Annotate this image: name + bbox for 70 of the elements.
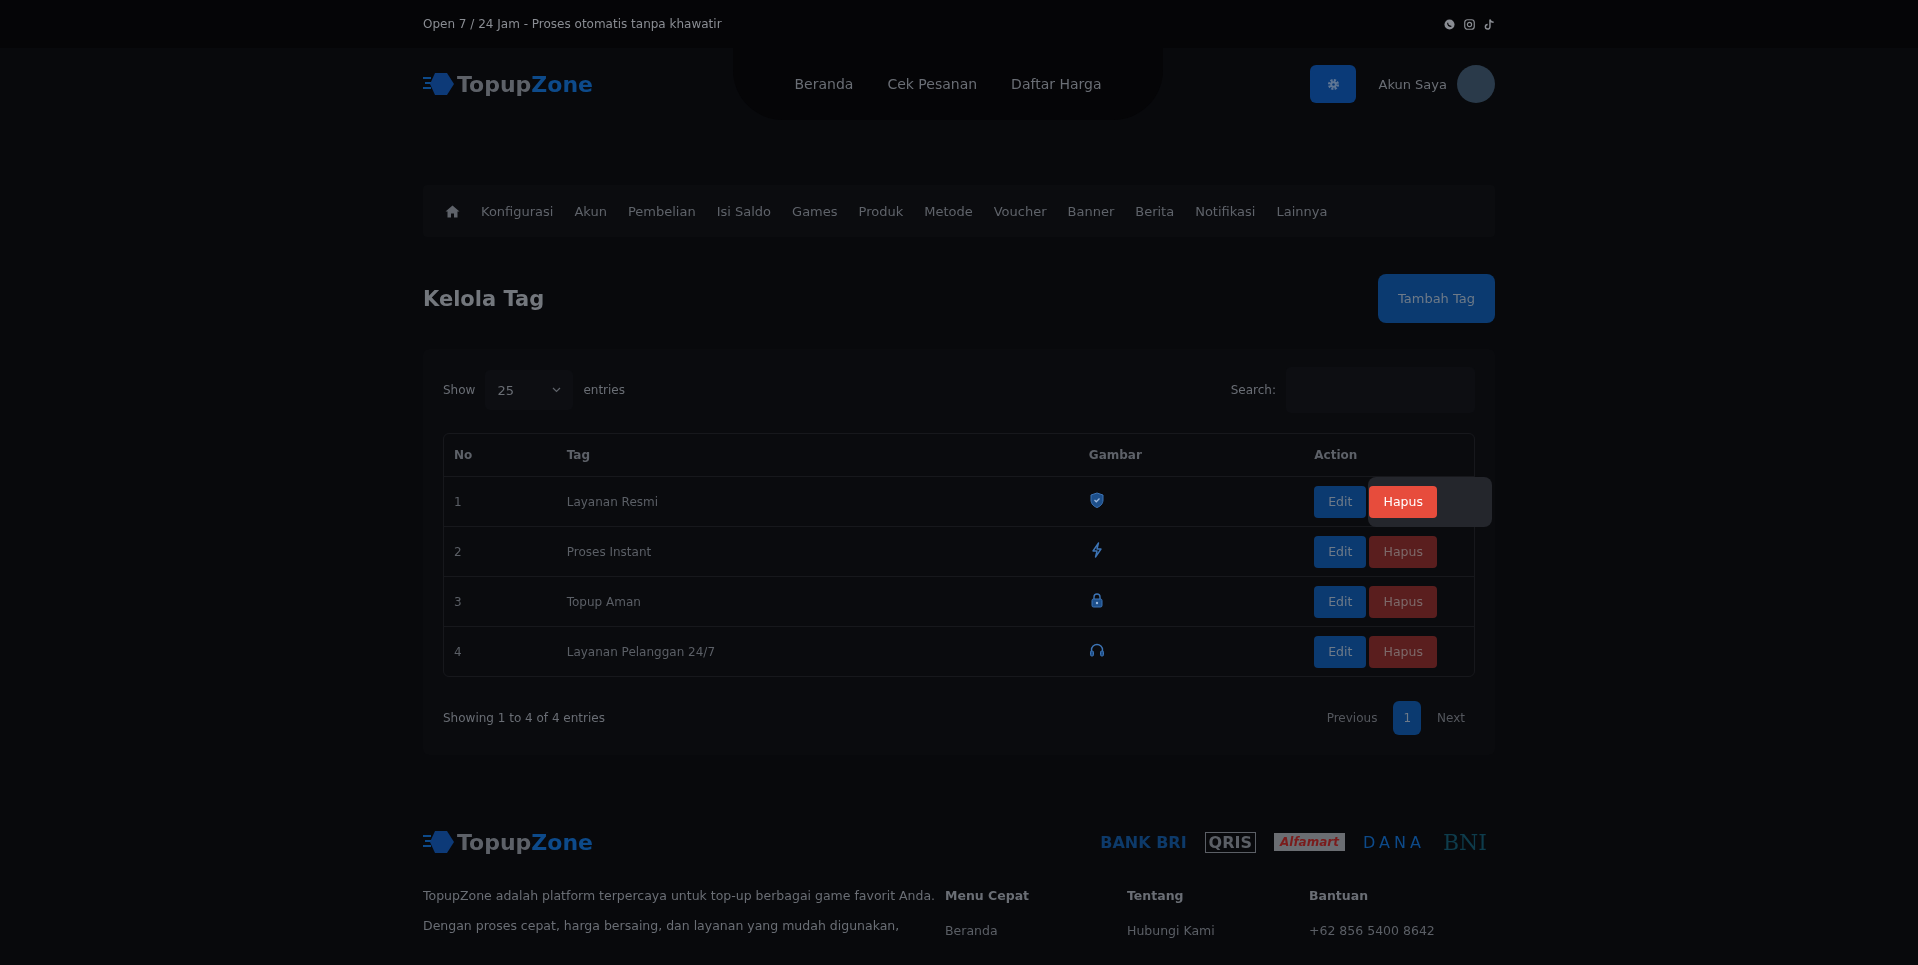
menu-item[interactable]: Notifikasi [1195, 203, 1256, 219]
footer-link[interactable]: +62 856 5400 8642 [1309, 923, 1491, 938]
page-size-select[interactable]: 25 [485, 370, 574, 410]
menu-item[interactable]: Isi Saldo [716, 203, 772, 219]
table-cell: Proses Instant [556, 527, 1079, 577]
footer-heading: Bantuan [1309, 887, 1370, 905]
table-cell-text: 4 [453, 643, 463, 661]
menu-item[interactable]: Games [792, 203, 838, 219]
nav-link[interactable]: Cek Pesanan [887, 76, 978, 92]
edit-button[interactable]: Edit [1314, 585, 1367, 618]
about-text: TopupZone adalah platform terpercaya untuk top-up berbagai game favorit Anda. Dengan proses cepat, harga bersaing, dan layanan yang mudah digunakan, [423, 887, 937, 935]
delete-button[interactable]: Hapus [1369, 635, 1438, 668]
table-cell: 3 [444, 577, 557, 627]
search-label: Search: [1230, 383, 1276, 397]
settings-icon [1327, 77, 1340, 91]
nav-link[interactable]: Beranda [794, 76, 854, 92]
add-tag-button[interactable]: Tambah Tag [1377, 274, 1495, 323]
tiktok-icon[interactable] [1484, 18, 1495, 30]
pagination-button[interactable]: 1 [1393, 701, 1422, 735]
menu-item[interactable]: Berita [1135, 203, 1175, 219]
column-header: No [444, 434, 557, 477]
nav-link[interactable]: Daftar Harga [1011, 76, 1102, 92]
payment-logo: DANA [1363, 832, 1425, 852]
chevron-icon [552, 387, 562, 393]
menu-item[interactable]: Lainnya [1276, 203, 1328, 219]
entries-info: Showing 1 to 4 of 4 entries [443, 711, 605, 725]
payment-logo: Alfamart [1274, 833, 1345, 851]
lock-icon [1088, 592, 1105, 608]
column-header: Gambar [1078, 434, 1305, 477]
delete-button[interactable]: Hapus [1369, 585, 1438, 618]
table-cell-text: Layanan Pelanggan 24/7 [565, 643, 717, 661]
show-label: Show [443, 383, 476, 397]
footer-heading: Menu Cepat [945, 887, 1031, 905]
logo-icon [423, 829, 455, 855]
menu-item[interactable]: Konfigurasi [481, 203, 554, 219]
menu-item[interactable]: Akun [574, 203, 607, 219]
logo-icon [423, 71, 455, 97]
menu-item[interactable]: Voucher [993, 203, 1047, 219]
headset-icon [1088, 642, 1105, 658]
table-cell: 1 [444, 477, 557, 527]
settings-button[interactable] [1310, 65, 1357, 103]
payment-logo: BNI [1442, 829, 1487, 855]
payment-logo: QRIS [1204, 831, 1256, 853]
footer-link[interactable]: Hubungi Kami [1127, 923, 1309, 938]
table-cell: Layanan Resmi [556, 477, 1079, 527]
announcement-text: Open 7 / 24 Jam - Proses otomatis tanpa khawatir [423, 17, 722, 31]
page-title: Kelola Tag [423, 286, 545, 311]
edit-button[interactable]: Edit [1314, 535, 1367, 568]
home-icon[interactable] [445, 204, 460, 218]
account-link[interactable]: Akun Saya [1378, 76, 1447, 92]
shield-icon [1088, 492, 1105, 508]
whatsapp-icon[interactable] [1444, 18, 1455, 30]
menu-item[interactable]: Banner [1067, 203, 1115, 219]
edit-button[interactable]: Edit [1314, 635, 1367, 668]
footer-link[interactable]: Beranda [945, 923, 1127, 938]
edit-button[interactable]: Edit [1314, 485, 1367, 518]
entries-label: entries [583, 383, 625, 397]
logo-text: TopupZone [457, 829, 593, 855]
instagram-icon[interactable] [1464, 18, 1475, 30]
logo-text: TopupZone [457, 71, 593, 97]
table-cell: Topup Aman [556, 577, 1079, 627]
table-cell: 2 [444, 527, 557, 577]
delete-button[interactable]: Hapus [1369, 535, 1438, 568]
menu-item[interactable]: Metode [924, 203, 973, 219]
menu-item[interactable]: Produk [858, 203, 904, 219]
payment-logo: BANK BRI [1100, 832, 1187, 852]
menu-item[interactable]: Pembelian [627, 203, 696, 219]
footer-heading: Tentang [1127, 887, 1185, 905]
column-header: Tag [556, 434, 1079, 477]
delete-button[interactable]: Hapus [1369, 485, 1438, 518]
